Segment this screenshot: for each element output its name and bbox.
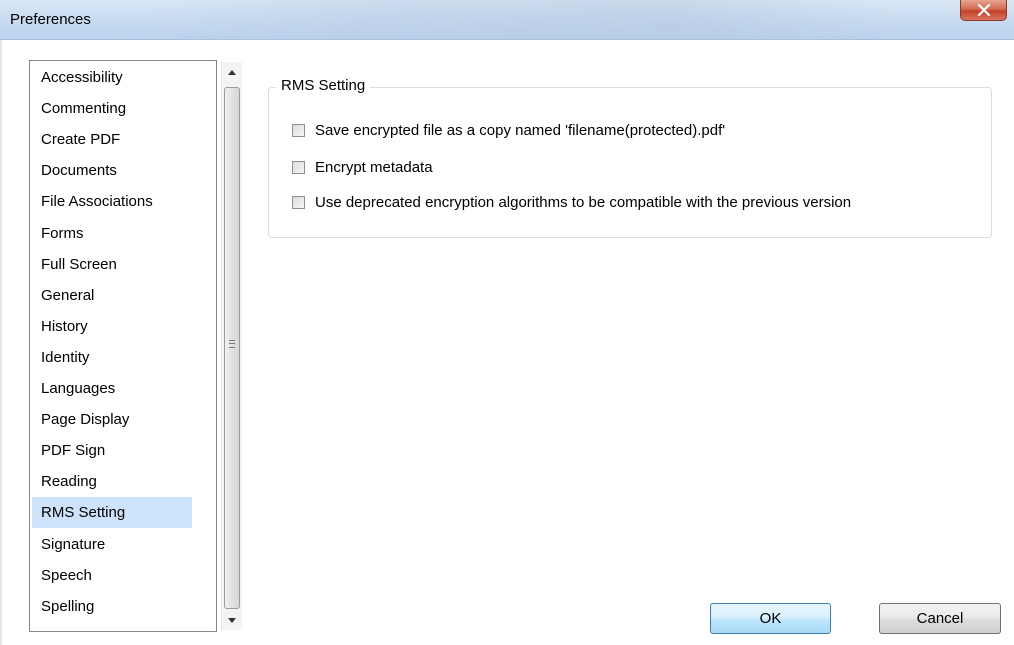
sidebar-item-identity[interactable]: Identity	[32, 342, 192, 373]
title-bar-glow	[140, 0, 900, 40]
sidebar-item-full-screen[interactable]: Full Screen	[32, 249, 192, 280]
sidebar-item-documents[interactable]: Documents	[32, 155, 192, 186]
scroll-up-icon	[228, 69, 236, 75]
sidebar-item-file-associations[interactable]: File Associations	[32, 186, 192, 217]
sidebar-item-accessibility[interactable]: Accessibility	[32, 62, 192, 93]
group-title: RMS Setting	[276, 77, 371, 94]
option-save-encrypted-copy[interactable]: Save encrypted file as a copy named 'fil…	[292, 120, 725, 140]
option-encrypt-metadata[interactable]: Encrypt metadata	[292, 157, 433, 177]
sidebar-item-history[interactable]: History	[32, 311, 192, 342]
sidebar-item-page-display[interactable]: Page Display	[32, 404, 192, 435]
scroll-up-button[interactable]	[222, 62, 242, 82]
sidebar-item-general[interactable]: General	[32, 280, 192, 311]
sidebar-item-speech[interactable]: Speech	[32, 560, 192, 591]
scroll-down-icon	[228, 617, 236, 623]
option-deprecated-encryption[interactable]: Use deprecated encryption algorithms to …	[292, 192, 851, 212]
category-list[interactable]: Accessibility Commenting Create PDF Documen…	[29, 60, 242, 632]
close-icon	[977, 4, 990, 16]
sidebar-item-signature[interactable]: Signature	[32, 529, 192, 560]
option-label: Use deprecated encryption algorithms to …	[315, 193, 852, 211]
option-label: Save encrypted file as a copy named 'fil…	[315, 121, 726, 139]
cancel-button[interactable]: Cancel	[879, 603, 1001, 634]
save-encrypted-copy-checkbox[interactable]	[292, 123, 305, 137]
option-label: Encrypt metadata	[315, 158, 433, 176]
sidebar-item-create-pdf[interactable]: Create PDF	[32, 124, 192, 155]
ok-button[interactable]: OK	[710, 603, 831, 634]
left-edge	[0, 40, 2, 645]
window-title: Preferences	[10, 11, 91, 28]
scroll-down-button[interactable]	[222, 610, 242, 630]
sidebar-item-rms-setting[interactable]: RMS Setting	[32, 497, 192, 529]
sidebar-item-pdf-sign[interactable]: PDF Sign	[32, 435, 192, 466]
sidebar-item-reading[interactable]: Reading	[32, 466, 192, 497]
scroll-grip-icon	[229, 340, 235, 348]
sidebar-item-forms[interactable]: Forms	[32, 218, 192, 249]
scroll-thumb[interactable]	[224, 87, 240, 609]
close-button[interactable]	[960, 0, 1007, 21]
sidebar-item-commenting[interactable]: Commenting	[32, 93, 192, 124]
title-bar: Preferences	[0, 0, 1014, 40]
deprecated-encryption-checkbox[interactable]	[292, 195, 305, 209]
sidebar-item-languages[interactable]: Languages	[32, 373, 192, 404]
category-scrollbar[interactable]	[221, 62, 242, 630]
sidebar-item-spelling[interactable]: Spelling	[32, 591, 192, 622]
encrypt-metadata-checkbox[interactable]	[292, 160, 305, 174]
